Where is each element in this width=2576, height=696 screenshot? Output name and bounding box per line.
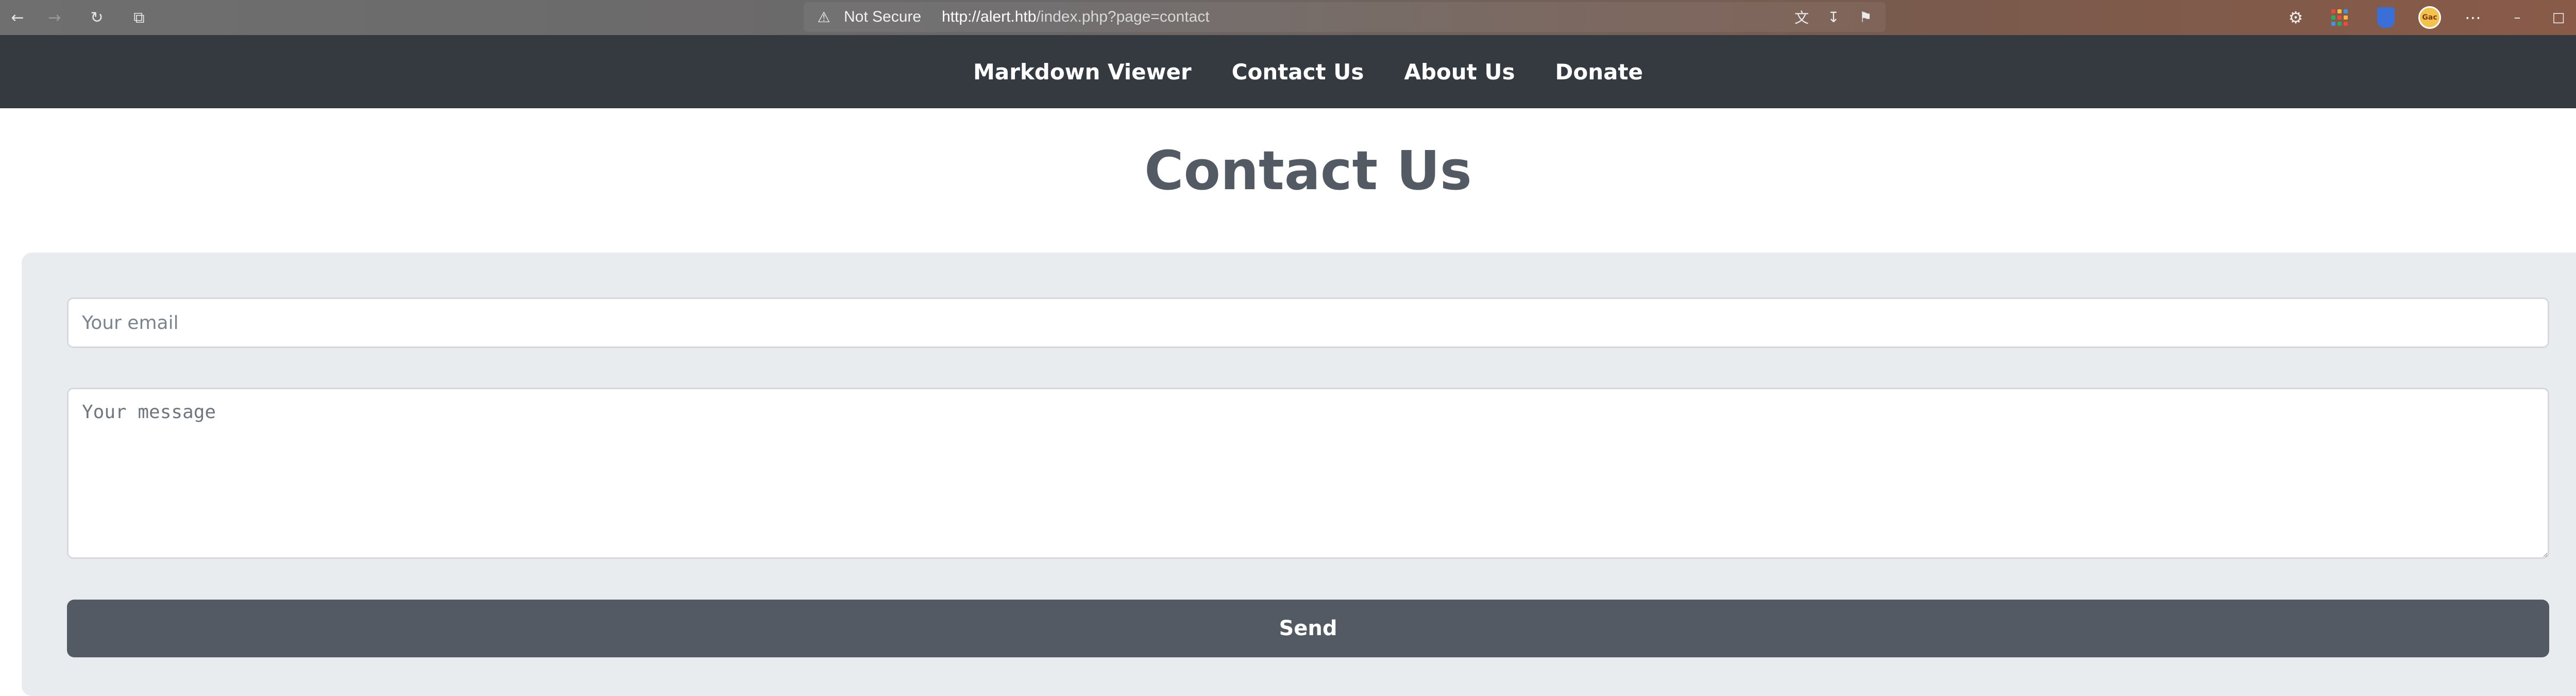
maximize-icon[interactable]: □ <box>2545 4 2572 31</box>
security-label[interactable]: Not Secure <box>844 8 921 26</box>
site-navbar: Markdown Viewer Contact Us About Us Dona… <box>0 35 2576 108</box>
message-field[interactable] <box>67 388 2549 559</box>
shield-icon[interactable] <box>2372 4 2399 31</box>
profile-avatar[interactable]: Gac <box>2416 4 2443 31</box>
extensions-icon[interactable]: ⚙ <box>2282 4 2309 31</box>
send-button[interactable]: Send <box>67 600 2549 657</box>
contact-form: Send <box>22 253 2576 696</box>
nav-link-donate[interactable]: Donate <box>1555 59 1643 85</box>
nav-link-markdown-viewer[interactable]: Markdown Viewer <box>973 59 1192 85</box>
warning-icon: ⚠ <box>817 8 831 26</box>
browser-toolbar: ← → ↻ ⧉ ⚠ Not Secure http://alert.htb/in… <box>0 0 2576 35</box>
forward-arrow-icon[interactable]: → <box>41 4 68 31</box>
url-path: /index.php?page=contact <box>1036 8 1210 25</box>
minimize-icon[interactable]: – <box>2504 4 2531 31</box>
nav-link-contact-us[interactable]: Contact Us <box>1232 59 1364 85</box>
download-icon[interactable]: ↧ <box>1824 7 1843 27</box>
tab-actions-icon[interactable]: ⧉ <box>126 4 152 31</box>
apps-grid-icon[interactable] <box>2326 4 2353 31</box>
reload-icon[interactable]: ↻ <box>83 4 110 31</box>
bookmark-icon[interactable]: ⚑ <box>1856 7 1875 27</box>
back-arrow-icon[interactable]: ← <box>4 4 31 31</box>
more-menu-icon[interactable]: ⋯ <box>2460 4 2486 31</box>
nav-link-about-us[interactable]: About Us <box>1404 59 1515 85</box>
translate-icon[interactable]: 文 <box>1792 7 1811 27</box>
url-host: http://alert.htb <box>942 8 1037 25</box>
url-text[interactable]: http://alert.htb/index.php?page=contact <box>942 8 1210 26</box>
page-title: Contact Us <box>1144 139 1472 202</box>
address-bar[interactable]: ⚠ Not Secure http://alert.htb/index.php?… <box>804 2 1886 32</box>
email-field[interactable] <box>67 297 2549 348</box>
